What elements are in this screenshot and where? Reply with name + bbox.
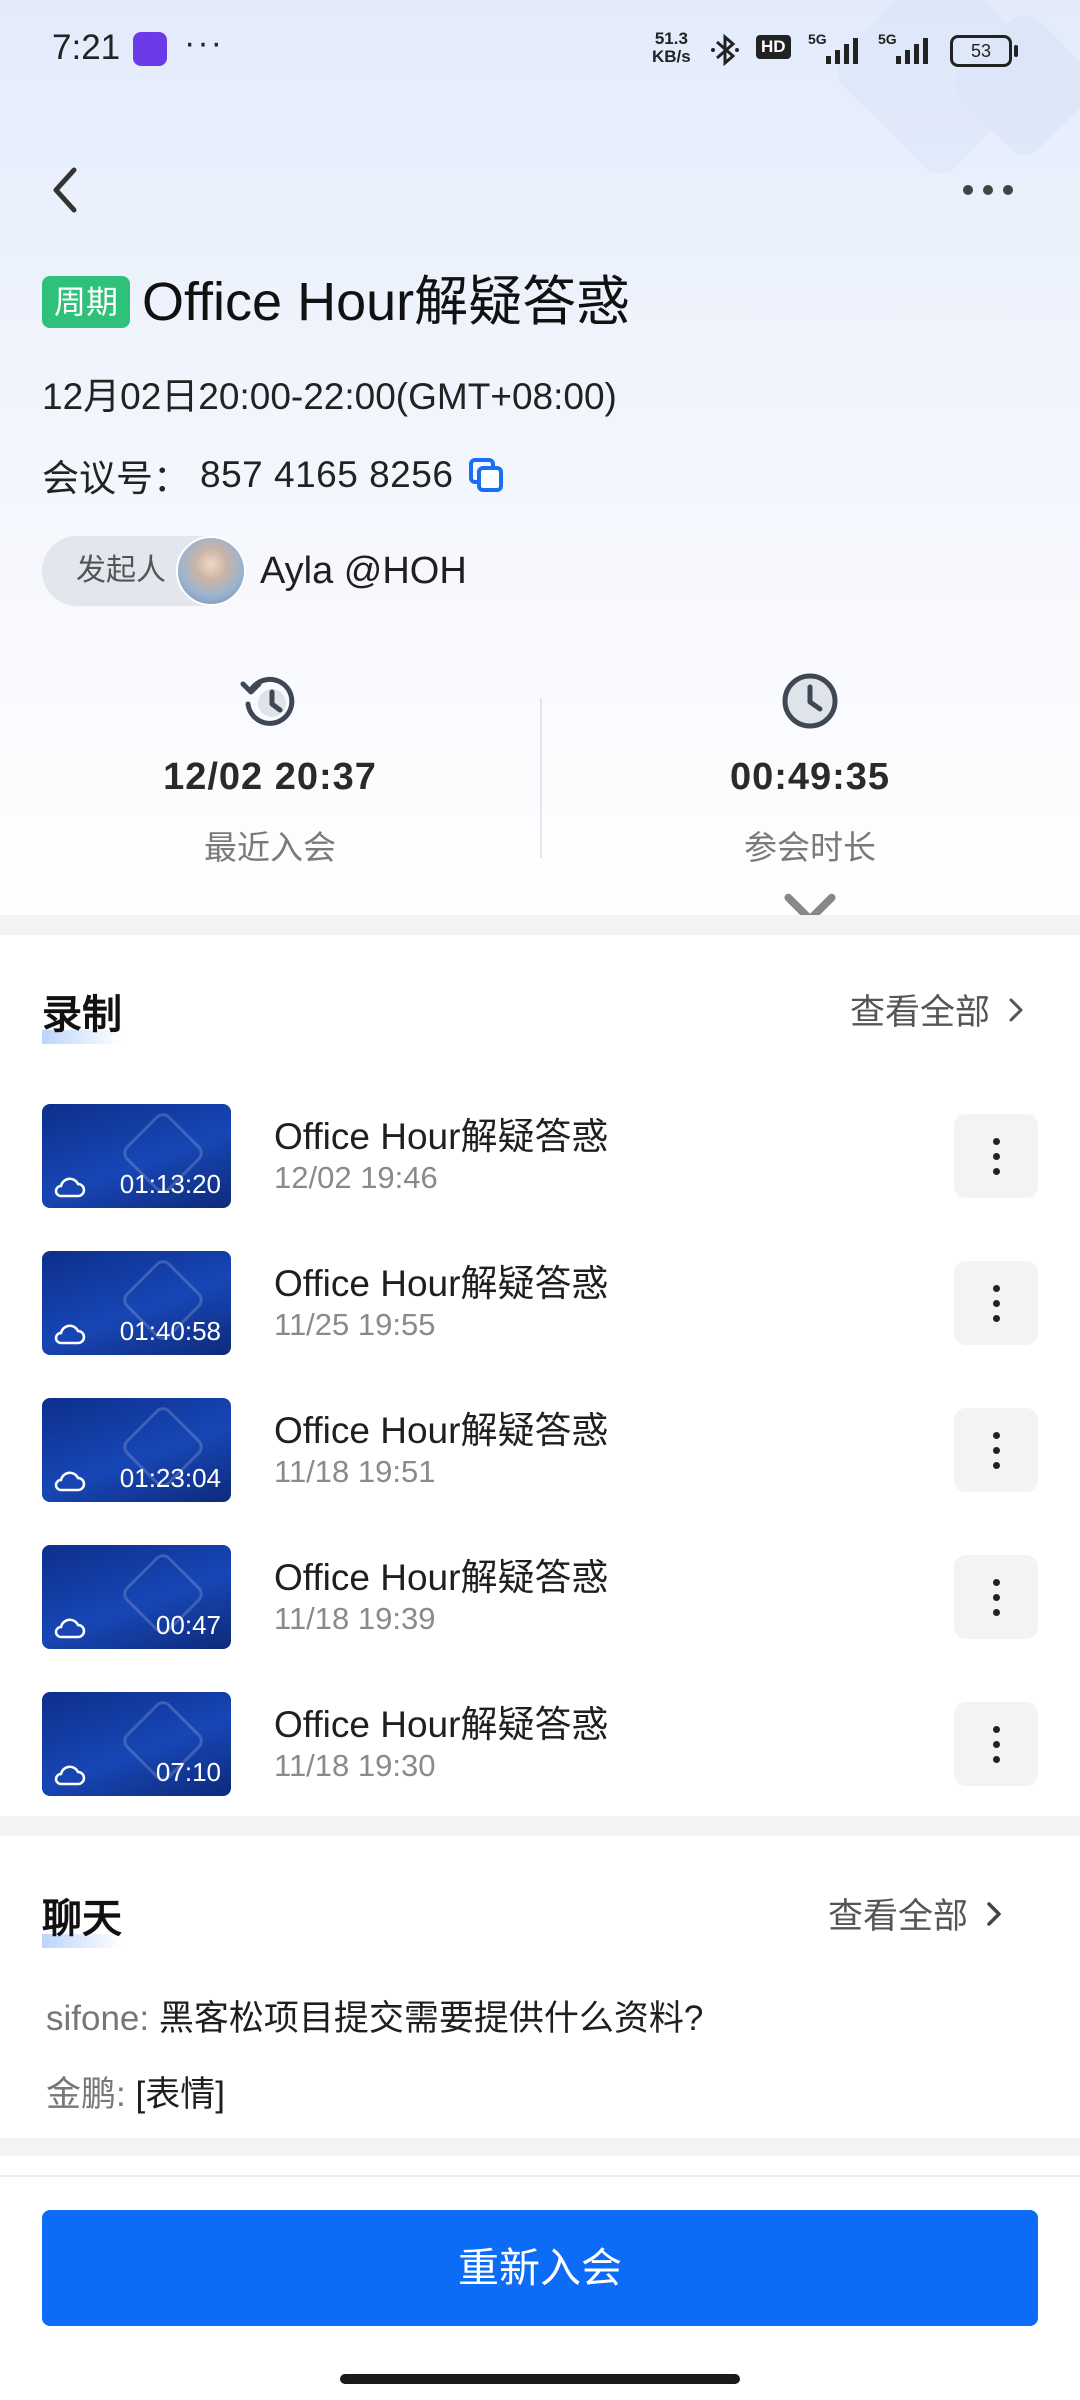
- bottom-divider: [0, 2175, 1080, 2177]
- recording-thumbnail[interactable]: 01:40:58: [42, 1251, 231, 1355]
- meeting-title-row: 周期 Office Hour解疑答惑: [42, 270, 630, 334]
- recording-title: Office Hour解疑答惑: [274, 1557, 609, 1598]
- recording-more-button[interactable]: [954, 1408, 1038, 1492]
- chevron-right-icon: [1009, 998, 1023, 1021]
- signal-icon: 5G: [808, 32, 858, 64]
- chat-message: sifone: 黑客松项目提交需要提供什么资料?: [46, 1990, 703, 2041]
- duration-stat[interactable]: 00:49:35 参会时长: [540, 660, 1080, 941]
- sim2-label: 5G: [878, 32, 897, 47]
- recordings-list: 01:13:20 Office Hour解疑答惑 12/02 19:46 01:…: [0, 1090, 1080, 1825]
- duration-label: 参会时长: [744, 829, 876, 866]
- meeting-time: 12月02日20:00-22:00(GMT+08:00): [42, 376, 617, 417]
- recording-more-button[interactable]: [954, 1261, 1038, 1345]
- recording-item[interactable]: 00:47 Office Hour解疑答惑 11/18 19:39: [0, 1531, 1080, 1678]
- clock-icon: [782, 673, 838, 729]
- more-options-button[interactable]: [958, 168, 1018, 212]
- host-avatar[interactable]: [176, 536, 246, 606]
- recent-join-stat: 12/02 20:37 最近入会: [0, 660, 540, 869]
- recording-thumbnail[interactable]: 01:23:04: [42, 1398, 231, 1502]
- chat-text: 黑客松项目提交需要提供什么资料?: [158, 1999, 704, 2038]
- recording-item[interactable]: 01:23:04 Office Hour解疑答惑 11/18 19:51: [0, 1384, 1080, 1531]
- chat-sender: sifone:: [46, 1999, 150, 2038]
- status-more: ···: [184, 24, 224, 62]
- status-time: 7:21: [52, 28, 121, 67]
- chat-message: 金鹏: [表情]: [46, 2066, 225, 2117]
- recording-date: 12/02 19:46: [274, 1160, 438, 1195]
- hd-badge: HD: [756, 35, 791, 59]
- recent-join-label: 最近入会: [204, 829, 336, 866]
- recording-item[interactable]: 07:10 Office Hour解疑答惑 11/18 19:30: [0, 1678, 1080, 1825]
- recording-title: Office Hour解疑答惑: [274, 1116, 609, 1157]
- recording-title: Office Hour解疑答惑: [274, 1263, 609, 1304]
- recording-date: 11/18 19:51: [274, 1454, 436, 1489]
- chat-title: 聊天: [42, 1886, 122, 1948]
- recurring-tag: 周期: [42, 276, 131, 328]
- meeting-id: 857 4165 8256: [200, 454, 454, 495]
- recording-duration: 07:10: [155, 1757, 221, 1787]
- home-indicator[interactable]: [340, 2374, 740, 2384]
- recording-date: 11/18 19:30: [274, 1748, 436, 1783]
- section-separator: [0, 915, 1080, 935]
- signal-icon-2: 5G: [878, 32, 928, 64]
- recording-title: Office Hour解疑答惑: [274, 1410, 609, 1451]
- section-separator: [0, 2138, 1080, 2156]
- status-bar: 7:21 ··· 51.3 KB/s HD 5G 5G 53: [0, 0, 1080, 100]
- recording-more-button[interactable]: [954, 1702, 1038, 1786]
- recording-more-button[interactable]: [954, 1114, 1038, 1198]
- recording-title: Office Hour解疑答惑: [274, 1704, 609, 1745]
- recording-date: 11/18 19:39: [274, 1601, 436, 1636]
- recordings-view-all-label: 查看全部: [850, 993, 991, 1032]
- net-speed: 51.3 KB/s: [652, 30, 691, 66]
- recording-duration: 01:23:04: [119, 1463, 221, 1493]
- recent-join-value: 12/02 20:37: [163, 756, 377, 798]
- meeting-id-label: 会议号：: [42, 458, 190, 499]
- rejoin-button[interactable]: 重新入会: [42, 2210, 1038, 2326]
- cloud-icon: [54, 1177, 86, 1198]
- chat-view-all[interactable]: 查看全部: [828, 1888, 1006, 1939]
- cloud-icon: [54, 1471, 86, 1492]
- chat-text: [表情]: [135, 2075, 225, 2114]
- cloud-icon: [54, 1618, 86, 1639]
- section-separator: [0, 1816, 1080, 1836]
- bluetooth-icon: [711, 33, 739, 67]
- recording-more-button[interactable]: [954, 1555, 1038, 1639]
- recording-item[interactable]: 01:40:58 Office Hour解疑答惑 11/25 19:55: [0, 1237, 1080, 1384]
- battery-icon: 53: [950, 35, 1018, 67]
- host-name[interactable]: Ayla @HOH: [260, 550, 467, 593]
- net-speed-value: 51.3: [654, 29, 688, 48]
- meeting-id-row: 会议号： 857 4165 8256: [42, 448, 505, 502]
- attendance-stats: 12/02 20:37 最近入会 00:49:35 参会时长: [0, 660, 1080, 925]
- chevron-right-icon: [987, 1901, 1001, 1926]
- copy-icon[interactable]: [467, 456, 505, 494]
- back-button[interactable]: [44, 160, 84, 220]
- chat-sender: 金鹏:: [46, 2075, 126, 2114]
- history-icon: [240, 676, 295, 726]
- recording-item[interactable]: 01:13:20 Office Hour解疑答惑 12/02 19:46: [0, 1090, 1080, 1237]
- recording-thumbnail[interactable]: 07:10: [42, 1692, 231, 1796]
- cloud-icon: [54, 1765, 86, 1786]
- chat-view-all-label: 查看全部: [828, 1897, 969, 1936]
- net-speed-unit: KB/s: [652, 47, 691, 66]
- recording-date: 11/25 19:55: [274, 1307, 436, 1342]
- host-row: 发起人 Ayla @HOH: [42, 536, 467, 606]
- recordings-view-all[interactable]: 查看全部: [850, 984, 1028, 1035]
- duration-value: 00:49:35: [729, 756, 891, 798]
- meeting-title: Office Hour解疑答惑: [142, 272, 631, 332]
- recording-thumbnail[interactable]: 01:13:20: [42, 1104, 231, 1208]
- app-notification-icon: [133, 32, 167, 66]
- recording-thumbnail[interactable]: 00:47: [42, 1545, 231, 1649]
- cloud-icon: [54, 1324, 86, 1345]
- recording-duration: 00:47: [155, 1610, 221, 1640]
- sim1-label: 5G: [808, 32, 827, 47]
- recordings-title: 录制: [42, 982, 122, 1044]
- recording-duration: 01:40:58: [119, 1316, 221, 1346]
- recording-duration: 01:13:20: [119, 1169, 221, 1199]
